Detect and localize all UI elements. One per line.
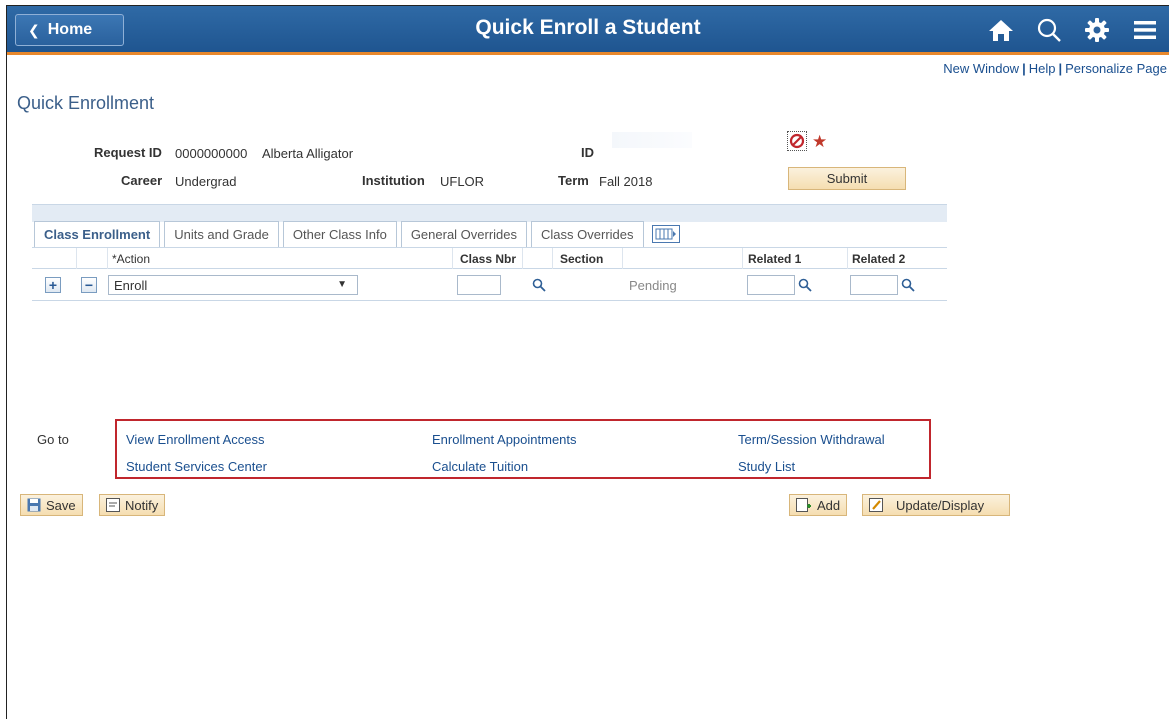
term-label: Term — [558, 173, 589, 188]
add-row-icon[interactable]: + — [45, 277, 61, 293]
career-value: Undergrad — [175, 174, 237, 189]
column-divider — [76, 248, 77, 270]
update-display-icon — [869, 498, 883, 512]
link-separator: | — [1058, 61, 1063, 76]
table-row: + − Enroll ▼ Pending — [32, 269, 947, 301]
goto-label: Go to — [37, 432, 69, 447]
goto-links-box: View Enrollment Access Enrollment Appoin… — [115, 419, 931, 479]
institution-label: Institution — [362, 173, 425, 188]
add-icon — [796, 498, 811, 512]
save-icon — [27, 498, 41, 512]
related-2-input[interactable] — [850, 275, 898, 295]
institution-value: UFLOR — [440, 174, 485, 189]
tab-bar: Class Enrollment Units and Grade Other C… — [34, 221, 680, 247]
add-button[interactable]: Add — [789, 494, 848, 516]
home-icon[interactable] — [977, 14, 1025, 46]
link-separator: | — [1022, 61, 1026, 76]
personalize-page-link[interactable]: Personalize Page — [1065, 61, 1167, 76]
related-2-lookup-icon[interactable] — [901, 278, 915, 297]
request-id-label: Request ID — [94, 145, 162, 160]
star-icon: ★ — [812, 132, 828, 151]
class-nbr-lookup-icon[interactable] — [532, 278, 546, 297]
action-select[interactable]: Enroll ▼ — [108, 275, 358, 295]
related-1-input[interactable] — [747, 275, 795, 295]
notify-button-label: Notify — [125, 497, 159, 513]
banner-icons — [977, 14, 1169, 46]
student-name: Alberta Alligator — [262, 146, 354, 161]
update-display-button-label: Update/Display — [896, 497, 985, 513]
dropdown-arrow-icon: ▼ — [337, 279, 347, 290]
notify-icon — [106, 498, 120, 512]
search-icon[interactable] — [1025, 14, 1073, 46]
view-enrollment-access-link[interactable]: View Enrollment Access — [126, 432, 265, 447]
class-nbr-input[interactable] — [457, 275, 501, 295]
action-select-value: Enroll — [114, 277, 148, 293]
new-window-link[interactable]: New Window — [943, 61, 1019, 76]
column-divider — [552, 248, 553, 270]
column-headers: *Action Class Nbr Section Related 1 Rela… — [32, 247, 947, 270]
enrollment-appointments-link[interactable]: Enrollment Appointments — [432, 432, 577, 447]
help-link[interactable]: Help — [1029, 61, 1056, 76]
id-value — [612, 132, 692, 148]
related-1-lookup-icon[interactable] — [798, 278, 812, 297]
tab-class-enrollment[interactable]: Class Enrollment — [34, 221, 161, 247]
calculate-tuition-link[interactable]: Calculate Tuition — [432, 459, 528, 474]
column-divider — [622, 248, 623, 270]
col-header-section: Section — [560, 252, 604, 266]
tab-other-class-info[interactable]: Other Class Info — [282, 221, 397, 247]
column-divider — [452, 248, 453, 270]
column-divider — [107, 248, 108, 270]
col-header-action: *Action — [112, 252, 151, 266]
add-button-label: Add — [817, 497, 841, 513]
menu-icon[interactable] — [1121, 14, 1169, 46]
gear-icon[interactable] — [1073, 14, 1121, 46]
term-value: Fall 2018 — [599, 174, 653, 189]
show-all-columns-icon[interactable] — [651, 225, 680, 243]
update-display-button[interactable]: Update/Display — [862, 494, 1010, 516]
col-header-class-nbr: Class Nbr — [460, 252, 517, 266]
tab-units-and-grade[interactable]: Units and Grade — [164, 221, 279, 247]
tab-general-overrides[interactable]: General Overrides — [400, 221, 528, 247]
col-header-related-1: Related 1 — [748, 252, 802, 266]
prohibited-icon[interactable] — [787, 131, 807, 151]
delete-row-icon[interactable]: − — [81, 277, 97, 293]
save-button-label: Save — [46, 497, 76, 513]
notify-button[interactable]: Notify — [99, 494, 166, 516]
grid-header-bar — [32, 204, 947, 222]
id-label: ID — [581, 145, 594, 160]
page-title: Quick Enrollment — [17, 93, 155, 113]
col-header-related-2: Related 2 — [852, 252, 906, 266]
column-divider — [742, 248, 743, 270]
banner: ❮ Home Quick Enroll a Student — [7, 6, 1169, 55]
term-session-withdrawal-link[interactable]: Term/Session Withdrawal — [738, 432, 885, 447]
page-frame: ❮ Home Quick Enroll a Student New Window… — [6, 5, 1169, 719]
column-divider — [522, 248, 523, 270]
enrollment-status: Pending — [629, 278, 677, 293]
study-list-link[interactable]: Study List — [738, 459, 795, 474]
column-divider — [847, 248, 848, 270]
save-button[interactable]: Save — [20, 494, 83, 516]
student-services-center-link[interactable]: Student Services Center — [126, 459, 267, 474]
career-label: Career — [121, 173, 163, 188]
submit-button[interactable]: Submit — [788, 167, 906, 190]
request-id-value: 0000000000 — [175, 146, 248, 161]
tab-class-overrides[interactable]: Class Overrides — [531, 221, 644, 247]
top-links: New Window | Help | Personalize Page — [943, 61, 1167, 76]
